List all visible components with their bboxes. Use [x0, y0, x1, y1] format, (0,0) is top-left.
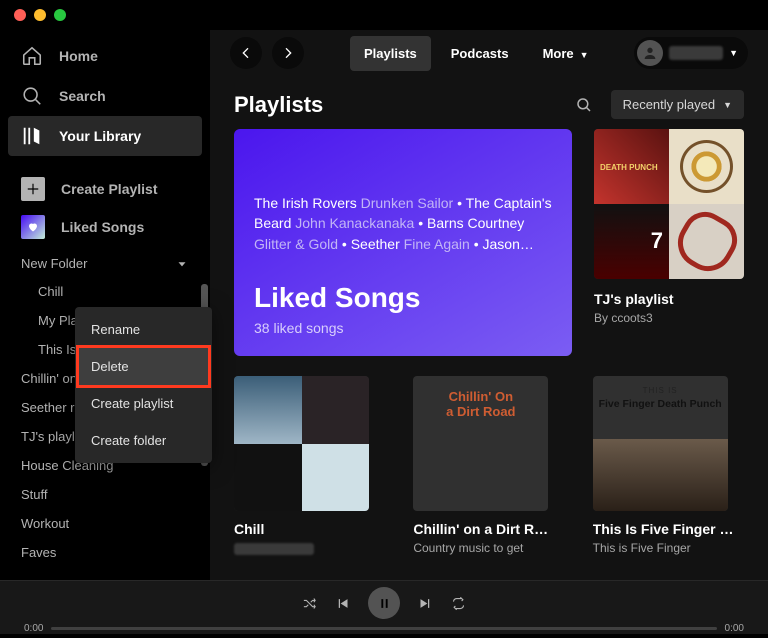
- playlist-card-tj[interactable]: TJ's playlist By ccoots3: [594, 129, 744, 356]
- sort-button[interactable]: Recently played ▼: [611, 90, 744, 119]
- context-menu: Rename Delete Create playlist Create fol…: [75, 307, 212, 463]
- play-pause-button[interactable]: [368, 587, 400, 619]
- nav-search-label: Search: [59, 88, 106, 104]
- next-track-button[interactable]: [418, 596, 433, 611]
- triangle-down-icon: ▼: [723, 100, 732, 110]
- track-artist: Barns Courtney: [427, 215, 524, 231]
- tab-podcasts[interactable]: Podcasts: [437, 36, 523, 71]
- sidebar-playlist-chill[interactable]: Chill: [8, 277, 202, 306]
- progress-row: 0:00 0:00: [0, 619, 768, 638]
- page-heading-row: Playlists Recently played ▼: [210, 76, 768, 129]
- time-total: 0:00: [725, 623, 744, 634]
- playlist-subtitle: Country music to get: [413, 541, 564, 557]
- avatar-icon: [637, 40, 663, 66]
- chevron-down-icon: [175, 257, 189, 271]
- playlist-subtitle: By ccoots3: [594, 311, 744, 325]
- art-text: Chillin' On: [449, 389, 513, 404]
- playlist-title: TJ's playlist: [594, 291, 744, 307]
- ctx-delete[interactable]: Delete: [79, 348, 208, 385]
- sidebar-playlist-faves[interactable]: Faves: [8, 538, 202, 567]
- maximize-window-icon[interactable]: [54, 9, 66, 21]
- playlist-art: THIS IS Five Finger Death Punch: [593, 376, 728, 511]
- playlist-subtitle-redacted: [234, 543, 314, 555]
- progress-bar[interactable]: [51, 627, 716, 630]
- heart-icon: [21, 215, 45, 239]
- hero-title: Liked Songs: [254, 282, 552, 314]
- playlist-art: [234, 376, 369, 511]
- triangle-down-icon: ▼: [580, 50, 589, 60]
- art-text: THIS IS: [593, 386, 728, 395]
- nav-search[interactable]: Search: [8, 76, 202, 116]
- art-text: Five Finger Death Punch: [593, 398, 728, 410]
- window-titlebar: [0, 0, 768, 30]
- playlist-title: Chillin' on a Dirt R…: [413, 521, 564, 537]
- track-title: John Kanackanaka: [295, 215, 414, 231]
- playback-controls: [0, 581, 768, 619]
- track-artist: Jason…: [483, 236, 534, 252]
- nav-home[interactable]: Home: [8, 36, 202, 76]
- tab-playlists[interactable]: Playlists: [350, 36, 431, 71]
- library-icon: [21, 125, 43, 147]
- nav-home-label: Home: [59, 48, 98, 64]
- playlist-art: [594, 129, 744, 279]
- track-title: Drunken Sailor: [361, 195, 454, 211]
- sort-label: Recently played: [623, 97, 716, 112]
- time-elapsed: 0:00: [24, 623, 43, 634]
- history-back-button[interactable]: [230, 37, 262, 69]
- folder-row-newfolder[interactable]: New Folder: [8, 246, 202, 277]
- topbar: Playlists Podcasts More ▼ ▼: [210, 30, 768, 76]
- tab-more[interactable]: More ▼: [529, 36, 603, 71]
- playlist-title: Chill: [234, 521, 385, 537]
- hero-tracks-preview: The Irish Rovers Drunken Sailor • The Ca…: [254, 193, 552, 254]
- track-title: Glitter & Gold: [254, 236, 338, 252]
- playlist-subtitle: This is Five Finger: [593, 541, 744, 557]
- track-artist: Seether: [351, 236, 404, 252]
- track-title: Fine Again: [404, 236, 470, 252]
- username-redacted: [669, 46, 723, 60]
- previous-track-button[interactable]: [335, 596, 350, 611]
- liked-songs-hero[interactable]: The Irish Rovers Drunken Sailor • The Ca…: [234, 129, 572, 356]
- playlist-card-ffdp[interactable]: THIS IS Five Finger Death Punch This Is …: [593, 376, 744, 557]
- playlist-art: Chillin' Ona Dirt Road: [413, 376, 548, 511]
- sidebar: Home Search Your Library Create Playlist: [0, 30, 210, 580]
- home-icon: [21, 45, 43, 67]
- liked-songs-label: Liked Songs: [61, 219, 144, 235]
- liked-songs-link[interactable]: Liked Songs: [8, 208, 202, 246]
- ctx-create-folder[interactable]: Create folder: [79, 422, 208, 459]
- ctx-rename[interactable]: Rename: [79, 311, 208, 348]
- create-playlist-label: Create Playlist: [61, 181, 158, 197]
- triangle-down-icon: ▼: [729, 48, 738, 58]
- user-menu-button[interactable]: ▼: [634, 37, 748, 69]
- main-content: Playlists Podcasts More ▼ ▼ Playlists Rec…: [210, 30, 768, 580]
- playlist-card-dirtroad[interactable]: Chillin' Ona Dirt Road Chillin' on a Dir…: [413, 376, 564, 557]
- playlist-title: This Is Five Finger …: [593, 521, 744, 537]
- playlist-card-chill[interactable]: Chill: [234, 376, 385, 557]
- minimize-window-icon[interactable]: [34, 9, 46, 21]
- sidebar-playlist-workout[interactable]: Workout: [8, 509, 202, 538]
- history-forward-button[interactable]: [272, 37, 304, 69]
- traffic-lights: [14, 9, 66, 21]
- shuffle-button[interactable]: [302, 596, 317, 611]
- create-playlist-button[interactable]: Create Playlist: [8, 170, 202, 208]
- nav-library[interactable]: Your Library: [8, 116, 202, 156]
- plus-icon: [21, 177, 45, 201]
- search-icon: [21, 85, 43, 107]
- repeat-button[interactable]: [451, 596, 466, 611]
- page-title: Playlists: [234, 92, 323, 118]
- tab-more-label: More: [543, 46, 574, 61]
- search-in-library-button[interactable]: [575, 96, 593, 114]
- now-playing-bar: 0:00 0:00: [0, 580, 768, 634]
- library-tabs: Playlists Podcasts More ▼: [350, 36, 603, 71]
- nav-library-label: Your Library: [59, 128, 141, 144]
- folder-label: New Folder: [21, 256, 87, 271]
- sidebar-playlist-stuff[interactable]: Stuff: [8, 480, 202, 509]
- ctx-create-playlist[interactable]: Create playlist: [79, 385, 208, 422]
- art-text: a Dirt Road: [446, 404, 515, 419]
- track-artist: The Irish Rovers: [254, 195, 361, 211]
- close-window-icon[interactable]: [14, 9, 26, 21]
- hero-subtitle: 38 liked songs: [254, 320, 552, 336]
